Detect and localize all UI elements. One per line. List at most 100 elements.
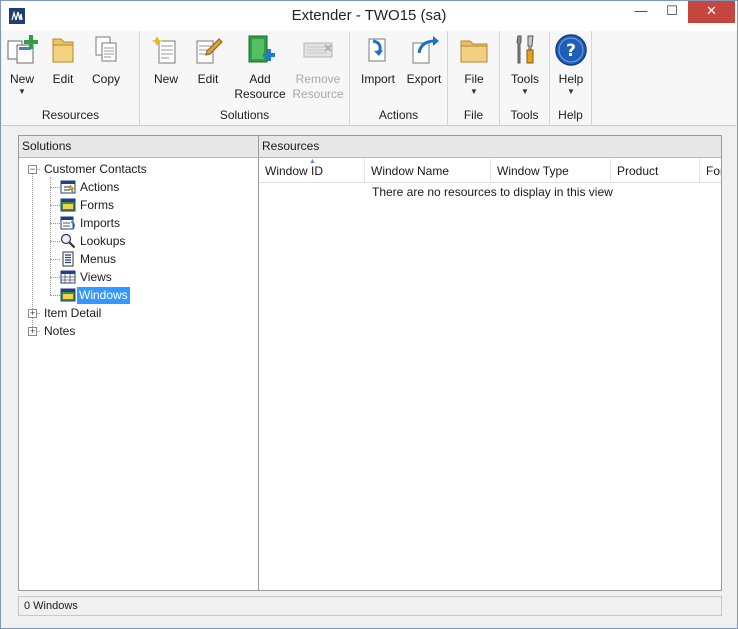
ribbon-group-actions: Import Export Actions <box>350 31 448 126</box>
help-label: Help <box>558 72 584 86</box>
folder-icon <box>460 40 488 63</box>
panel-splitter[interactable] <box>258 136 259 590</box>
tree-label-forms: Forms <box>80 198 114 212</box>
imports-icon <box>60 216 75 230</box>
solutions-panel-header: Solutions <box>19 136 258 158</box>
ribbon-group-help: ? Help ▼ Help <box>550 31 592 126</box>
maximize-button[interactable]: ☐ <box>657 1 687 23</box>
column-header-window-name[interactable]: Window Name <box>365 159 491 183</box>
status-bar: 0 Windows <box>18 596 722 616</box>
tree-label-lookups: Lookups <box>80 234 126 248</box>
content-area: Solutions Resources − Customer Contacts <box>18 135 722 591</box>
import-button[interactable]: Import <box>356 33 400 87</box>
solutions-new-label: New <box>153 72 178 86</box>
resources-edit-button[interactable]: Edit <box>44 33 82 87</box>
expand-toggle-icon[interactable]: + <box>28 327 37 336</box>
windows-icon <box>60 288 76 302</box>
file-label: File <box>464 72 484 86</box>
tree-node-views[interactable]: Views <box>19 268 258 286</box>
sort-ascending-icon: ▲ <box>309 159 316 165</box>
tree-node-notes[interactable]: + Notes <box>19 322 258 340</box>
tools-dropdown-icon[interactable]: ▼ <box>504 87 546 96</box>
title-bar: Extender - TWO15 (sa) — ☐ ✕ <box>1 1 737 31</box>
add-resource-label-line1: Add <box>249 72 271 86</box>
tree-label-customer-contacts: Customer Contacts <box>44 162 147 176</box>
resources-copy-button[interactable]: Copy <box>84 33 128 87</box>
add-resource-button[interactable]: Add Resource <box>232 33 288 102</box>
tree-label-imports: Imports <box>80 216 121 230</box>
tree-label-views: Views <box>80 270 112 284</box>
add-resource-label-line2: Resource <box>234 87 286 101</box>
extender-window: Extender - TWO15 (sa) — ☐ ✕ New ▼ Edit C… <box>0 0 738 629</box>
expand-toggle-icon[interactable]: + <box>28 309 37 318</box>
column-header-window-type[interactable]: Window Type <box>491 159 611 183</box>
help-dropdown-icon[interactable]: ▼ <box>552 87 590 96</box>
column-header-window-id[interactable]: Window ID ▲ <box>259 159 365 183</box>
lookups-icon <box>60 233 76 249</box>
ribbon: New ▼ Edit Copy Resources New Edit Add R… <box>2 31 736 126</box>
solutions-edit-button[interactable]: Edit <box>188 33 228 87</box>
svg-text:?: ? <box>566 41 576 61</box>
import-label: Import <box>360 72 395 86</box>
ribbon-group-label-tools: Tools <box>510 108 539 122</box>
tree-node-forms[interactable]: Forms <box>19 196 258 214</box>
tree-label-actions: Actions <box>80 180 120 194</box>
collapse-toggle-icon[interactable]: − <box>28 165 37 174</box>
tools-button[interactable]: Tools ▼ <box>504 33 546 96</box>
new-solution-icon <box>151 36 176 64</box>
ribbon-group-label-actions: Actions <box>378 108 419 122</box>
resources-copy-label: Copy <box>91 72 120 86</box>
solutions-edit-label: Edit <box>197 72 219 86</box>
solutions-new-button[interactable]: New <box>146 33 186 87</box>
help-button[interactable]: ? Help ▼ <box>552 33 590 96</box>
ribbon-group-solutions: New Edit Add Resource Remove Resource So… <box>140 31 350 126</box>
menus-icon <box>62 251 74 267</box>
column-header-product[interactable]: Product <box>611 159 700 183</box>
ribbon-group-label-resources: Resources <box>41 108 100 122</box>
resources-edit-label: Edit <box>52 72 74 86</box>
tree-node-actions[interactable]: Actions <box>19 178 258 196</box>
file-button[interactable]: File ▼ <box>454 33 494 96</box>
resources-panel-header: Resources <box>259 136 721 158</box>
ribbon-group-file: File ▼ File <box>448 31 500 126</box>
resources-new-dropdown-icon[interactable]: ▼ <box>4 87 40 96</box>
help-icon: ? <box>555 34 587 66</box>
tree-node-item-detail[interactable]: + Item Detail <box>19 304 258 322</box>
tree-label-windows: Windows <box>77 287 130 304</box>
resources-grid-header: Window ID ▲ Window Name Window Type Prod… <box>259 159 721 183</box>
tree-node-imports[interactable]: Imports <box>19 214 258 232</box>
tree-node-menus[interactable]: Menus <box>19 250 258 268</box>
forms-icon <box>60 198 76 212</box>
resources-new-label: New <box>9 72 34 86</box>
copy-icon <box>95 36 117 62</box>
ribbon-group-label-file: File <box>463 108 484 122</box>
import-icon <box>368 38 386 62</box>
column-header-form[interactable]: Form <box>700 159 721 183</box>
resources-new-button[interactable]: New ▼ <box>4 33 40 96</box>
folder-edit-icon <box>52 38 74 63</box>
column-label-window-id: Window ID <box>265 164 324 178</box>
tree-label-menus: Menus <box>80 252 117 266</box>
tree-node-lookups[interactable]: Lookups <box>19 232 258 250</box>
tree-node-customer-contacts[interactable]: − Customer Contacts <box>19 160 258 178</box>
file-dropdown-icon[interactable]: ▼ <box>454 87 494 96</box>
status-text: 0 Windows <box>24 600 78 612</box>
tree-label-notes: Notes <box>44 324 76 338</box>
tree-label-item-detail: Item Detail <box>44 306 102 320</box>
close-button[interactable]: ✕ <box>688 1 735 23</box>
solutions-tree: − Customer Contacts Actions Forms Import… <box>19 159 258 590</box>
export-button[interactable]: Export <box>402 33 446 87</box>
new-resource-icon <box>7 35 38 64</box>
ribbon-group-tools: Tools ▼ Tools <box>500 31 550 126</box>
export-label: Export <box>406 72 442 86</box>
empty-resources-message: There are no resources to display in thi… <box>372 185 613 199</box>
remove-resource-label-line1: Remove <box>295 72 341 86</box>
ribbon-group-label-help: Help <box>558 108 583 122</box>
export-icon <box>412 36 439 64</box>
minimize-button[interactable]: — <box>626 1 656 23</box>
tree-node-windows[interactable]: Windows <box>19 286 258 304</box>
tools-label: Tools <box>510 72 539 86</box>
remove-resource-button[interactable]: Remove Resource <box>290 33 346 102</box>
ribbon-group-label-solutions: Solutions <box>219 108 270 122</box>
remove-resource-icon <box>303 42 333 58</box>
